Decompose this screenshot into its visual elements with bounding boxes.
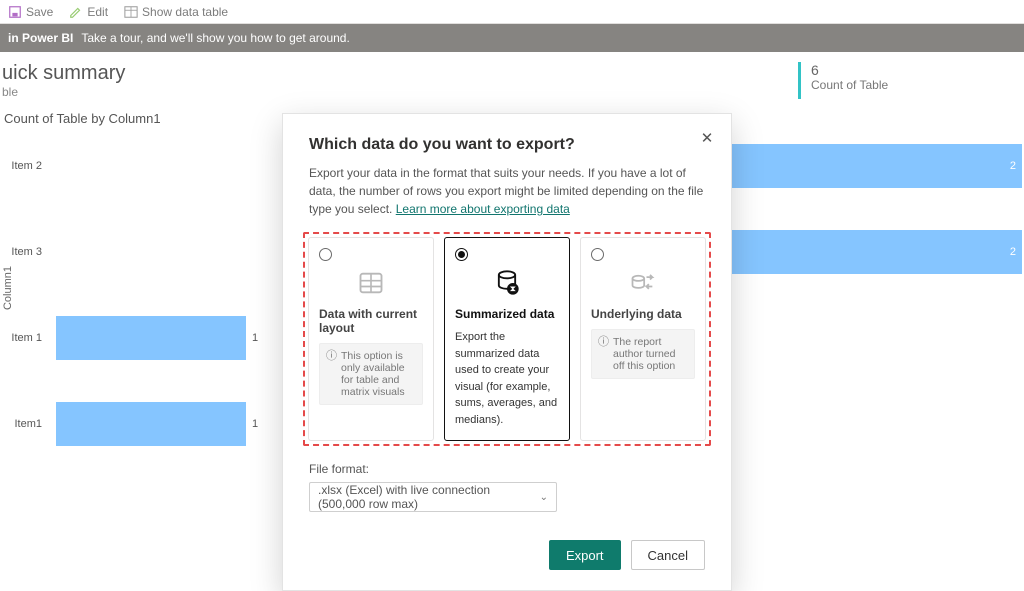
dialog-actions: Export Cancel (309, 540, 705, 570)
radio-icon (319, 248, 332, 261)
export-data-dialog: ✕ Which data do you want to export? Expo… (282, 113, 732, 591)
learn-more-link[interactable]: Learn more about exporting data (396, 202, 570, 216)
export-button[interactable]: Export (549, 540, 621, 570)
close-icon: ✕ (701, 129, 714, 147)
report-canvas: uick summary ble 6 Count of Table Count … (0, 52, 1024, 538)
file-format-select[interactable]: .xlsx (Excel) with live connection (500,… (309, 482, 557, 512)
pencil-icon (69, 5, 83, 19)
info-icon: ⓘ (598, 336, 609, 372)
close-button[interactable]: ✕ (695, 126, 719, 150)
show-data-button[interactable]: Show data table (124, 5, 228, 19)
option-note: ⓘ This option is only available for tabl… (319, 343, 423, 405)
option-title: Summarized data (455, 307, 559, 321)
option-summarized-data[interactable]: Summarized data Export the summarized da… (444, 237, 570, 441)
save-icon (8, 5, 22, 19)
show-data-label: Show data table (142, 5, 228, 19)
dialog-description: Export your data in the format that suit… (309, 164, 705, 218)
chevron-down-icon: ⌄ (540, 492, 548, 503)
database-sum-icon (455, 267, 559, 299)
database-swap-icon (591, 267, 695, 299)
cancel-button-label: Cancel (648, 548, 688, 563)
export-button-label: Export (566, 548, 604, 563)
save-button[interactable]: Save (8, 5, 53, 19)
save-label: Save (26, 5, 53, 19)
option-title: Data with current layout (319, 307, 423, 335)
radio-icon (455, 248, 468, 261)
option-note-text: This option is only available for table … (341, 350, 416, 398)
option-note-text: The report author turned off this option (613, 336, 688, 372)
edit-label: Edit (87, 5, 108, 19)
export-options-group: Data with current layout ⓘ This option i… (303, 232, 711, 446)
dialog-title: Which data do you want to export? (309, 136, 705, 154)
option-title: Underlying data (591, 307, 695, 321)
top-toolbar: Save Edit Show data table (0, 0, 1024, 24)
option-underlying-data[interactable]: Underlying data ⓘ The report author turn… (580, 237, 706, 441)
tour-banner-title: in Power BI (8, 31, 73, 45)
table-icon (124, 5, 138, 19)
file-format-label: File format: (309, 462, 705, 476)
option-body: Export the summarized data used to creat… (455, 329, 559, 428)
option-data-with-layout[interactable]: Data with current layout ⓘ This option i… (308, 237, 434, 441)
option-note: ⓘ The report author turned off this opti… (591, 329, 695, 379)
radio-icon (591, 248, 604, 261)
file-format-value: .xlsx (Excel) with live connection (500,… (318, 483, 540, 511)
edit-button[interactable]: Edit (69, 5, 108, 19)
info-icon: ⓘ (326, 350, 337, 398)
table-layout-icon (319, 267, 423, 299)
tour-banner-text: Take a tour, and we'll show you how to g… (81, 31, 349, 45)
cancel-button[interactable]: Cancel (631, 540, 705, 570)
tour-banner[interactable]: in Power BI Take a tour, and we'll show … (0, 24, 1024, 52)
